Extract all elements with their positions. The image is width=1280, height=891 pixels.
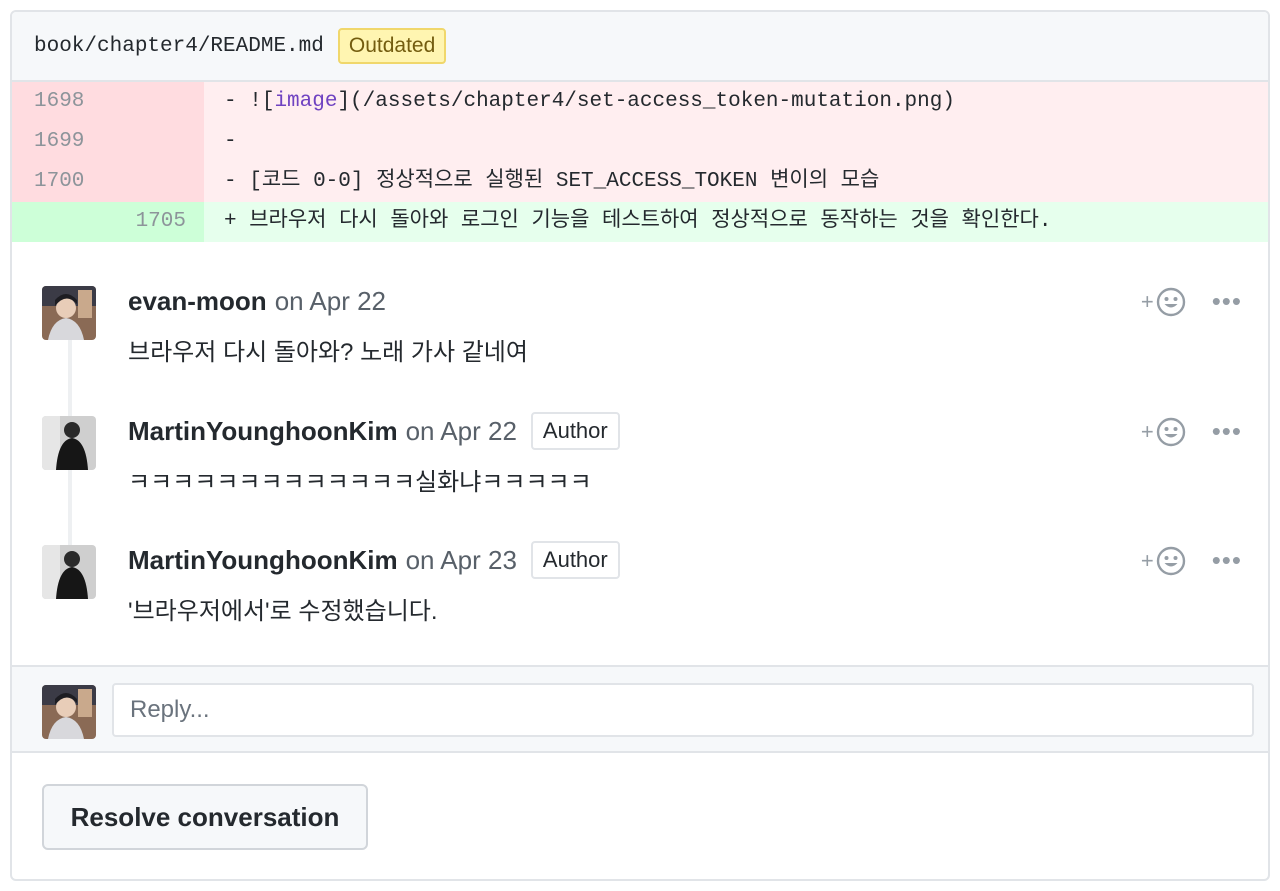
author-name[interactable]: MartinYounghoonKim bbox=[128, 416, 398, 447]
add-reaction-button[interactable]: + bbox=[1141, 287, 1186, 317]
diff-prefix: - bbox=[224, 90, 250, 113]
plus-icon: + bbox=[1140, 547, 1154, 573]
avatar[interactable] bbox=[42, 545, 96, 599]
old-line-number: 1699 bbox=[12, 122, 108, 162]
old-line-number: 1698 bbox=[12, 82, 108, 122]
diff-prefix: + bbox=[224, 210, 250, 233]
add-reaction-button[interactable]: + bbox=[1141, 546, 1186, 576]
diff-highlight: image bbox=[274, 90, 338, 113]
author-badge: Author bbox=[530, 412, 620, 450]
author-name[interactable]: MartinYounghoonKim bbox=[128, 545, 398, 576]
comment-body: ㅋㅋㅋㅋㅋㅋㅋㅋㅋㅋㅋㅋㅋ실화냐ㅋㅋㅋㅋㅋ bbox=[128, 469, 592, 496]
diff-code: - ![image](/assets/chapter4/set-access_t… bbox=[204, 82, 955, 122]
comment-date[interactable]: on Apr 23 bbox=[406, 545, 517, 576]
author-badge: Author bbox=[530, 541, 620, 579]
diff-code: - bbox=[204, 122, 237, 162]
plus-icon: + bbox=[1140, 288, 1154, 314]
diff-line-added: 1705 + 브라우저 다시 돌아와 로그인 기능을 테스트하여 정상적으로 동… bbox=[12, 202, 1268, 242]
more-options-button[interactable]: ••• bbox=[1212, 545, 1242, 576]
new-line-number bbox=[108, 82, 204, 122]
comment-actions: + ••• bbox=[1141, 545, 1242, 576]
diff-code: + 브라우저 다시 돌아와 로그인 기능을 테스트하여 정상적으로 동작하는 것… bbox=[204, 202, 1051, 242]
smiley-icon bbox=[1156, 546, 1185, 575]
avatar[interactable] bbox=[42, 416, 96, 470]
diff-text: ](/assets/chapter4/set-access_token-muta… bbox=[337, 90, 955, 113]
outdated-badge: Outdated bbox=[337, 28, 447, 64]
diff-line-deleted: 1698 - ![image](/assets/chapter4/set-acc… bbox=[12, 82, 1268, 122]
reply-input[interactable] bbox=[112, 683, 1254, 737]
new-line-number bbox=[108, 162, 204, 202]
smiley-icon bbox=[1156, 287, 1185, 316]
avatar[interactable] bbox=[42, 685, 96, 739]
diff-code: - [코드 0-0] 정상적으로 실행된 SET_ACCESS_TOKEN 변이… bbox=[204, 162, 879, 202]
smiley-icon bbox=[1156, 417, 1185, 446]
more-options-button[interactable]: ••• bbox=[1212, 416, 1242, 447]
comment-header: MartinYounghoonKim on Apr 22 Author bbox=[128, 412, 620, 450]
comment-actions: + ••• bbox=[1141, 416, 1242, 447]
old-line-number: 1700 bbox=[12, 162, 108, 202]
comment-date[interactable]: on Apr 22 bbox=[275, 286, 386, 317]
diff-line-deleted: 1699 - bbox=[12, 122, 1268, 162]
comment-actions: + ••• bbox=[1141, 286, 1242, 317]
comment-body: 브라우저 다시 돌아와? 노래 가사 같네여 bbox=[128, 339, 528, 366]
diff-prefix: - bbox=[224, 170, 250, 193]
comment: MartinYounghoonKim on Apr 22 Author ㅋㅋㅋㅋ… bbox=[42, 412, 1242, 496]
new-line-number: 1705 bbox=[108, 202, 204, 242]
review-thread: book/chapter4/README.md Outdated 1698 - … bbox=[10, 10, 1270, 881]
new-line-number bbox=[108, 122, 204, 162]
diff-text: ![ bbox=[249, 90, 275, 113]
old-line-number bbox=[12, 202, 108, 242]
diff-line-deleted: 1700 - [코드 0-0] 정상적으로 실행된 SET_ACCESS_TOK… bbox=[12, 162, 1268, 202]
file-path[interactable]: book/chapter4/README.md bbox=[34, 35, 324, 58]
author-name[interactable]: evan-moon bbox=[128, 286, 267, 317]
diff-prefix: - bbox=[224, 130, 237, 153]
diff-text: 브라우저 다시 돌아와 로그인 기능을 테스트하여 정상적으로 동작하는 것을 … bbox=[249, 210, 1052, 233]
file-header: book/chapter4/README.md Outdated bbox=[12, 12, 1268, 82]
comment-header: MartinYounghoonKim on Apr 23 Author bbox=[128, 541, 620, 579]
comment: MartinYounghoonKim on Apr 23 Author '브라우… bbox=[42, 541, 1242, 625]
comment-date[interactable]: on Apr 22 bbox=[406, 416, 517, 447]
resolve-conversation-button[interactable]: Resolve conversation bbox=[42, 784, 368, 850]
more-options-button[interactable]: ••• bbox=[1212, 286, 1242, 317]
avatar[interactable] bbox=[42, 286, 96, 340]
diff-text: [코드 0-0] 정상적으로 실행된 SET_ACCESS_TOKEN 변이의 … bbox=[249, 170, 880, 193]
comment-header: evan-moon on Apr 22 bbox=[128, 286, 386, 316]
plus-icon: + bbox=[1140, 418, 1154, 444]
diff-hunk: 1698 - ![image](/assets/chapter4/set-acc… bbox=[12, 82, 1268, 242]
reply-bar bbox=[12, 665, 1268, 753]
add-reaction-button[interactable]: + bbox=[1141, 417, 1186, 447]
comment-body: '브라우저에서'로 수정했습니다. bbox=[128, 598, 438, 625]
comment: evan-moon on Apr 22 브라우저 다시 돌아와? 노래 가사 같… bbox=[42, 286, 1242, 366]
